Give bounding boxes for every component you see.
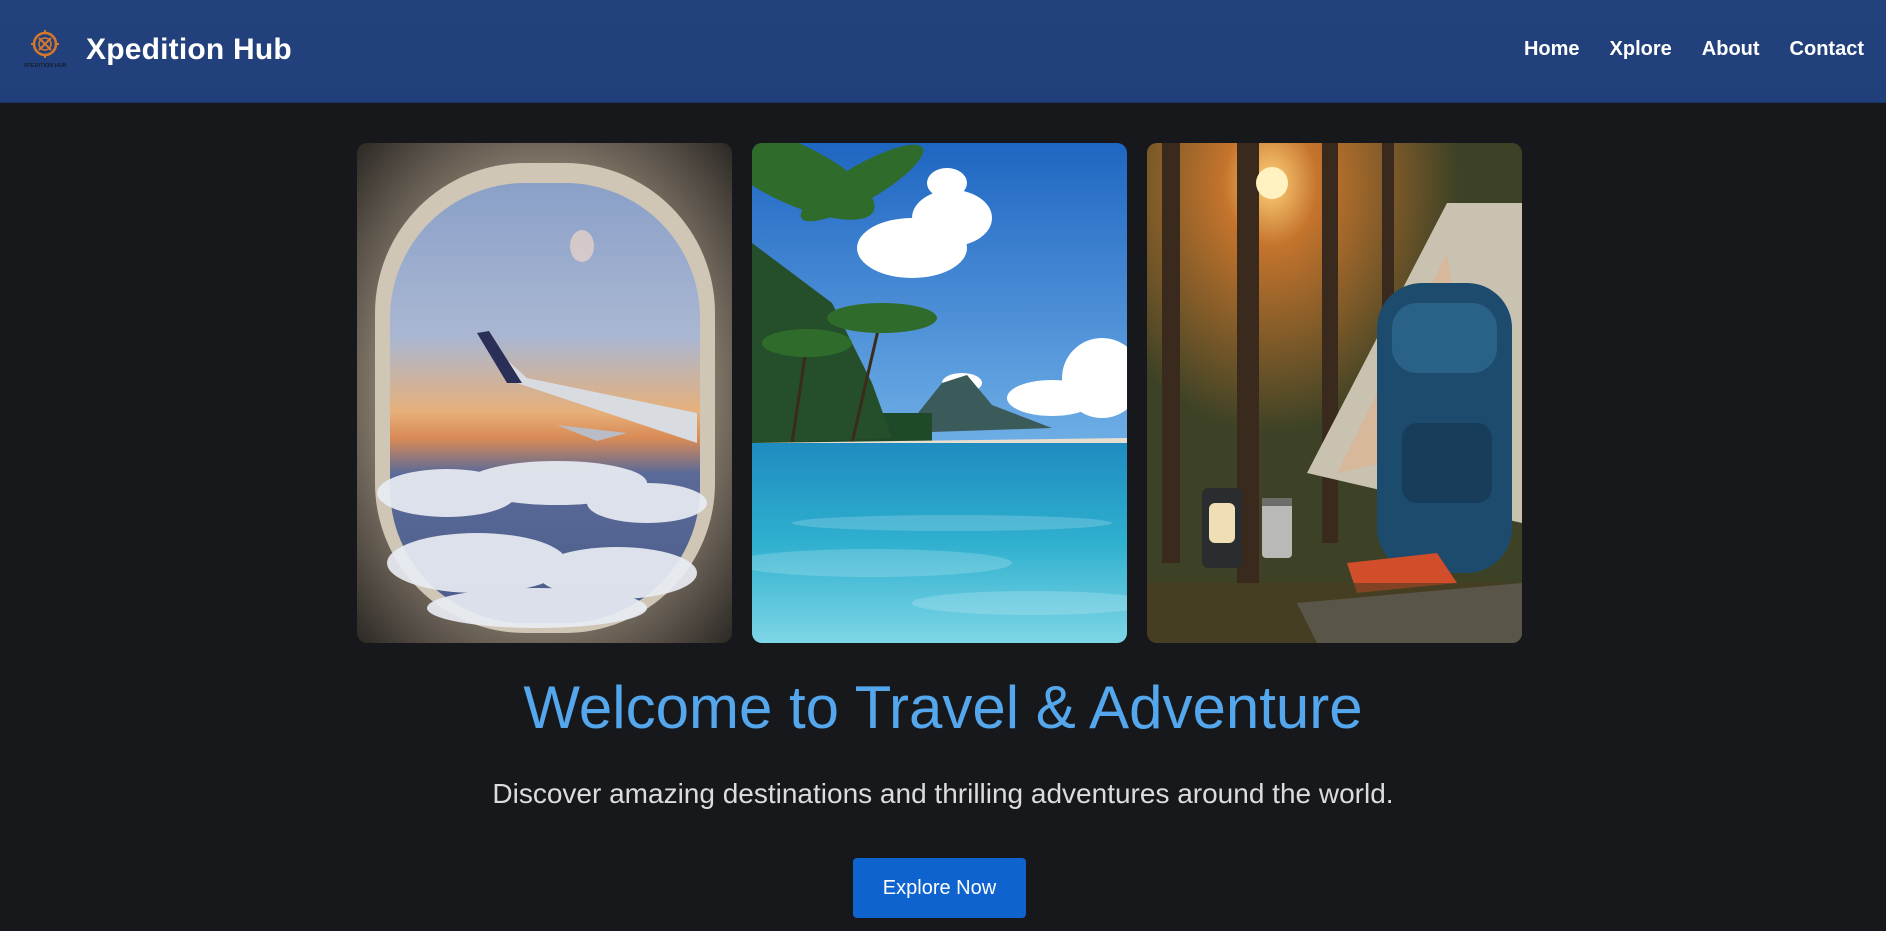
brand-title[interactable]: Xpedition Hub [86, 33, 292, 67]
top-navbar: XPEDITION HUB Xpedition Hub Home Xplore … [0, 0, 1886, 103]
main-nav: Home Xplore About Contact [1524, 38, 1864, 61]
hero-subtitle: Discover amazing destinations and thrill… [492, 778, 1394, 809]
nav-link-home[interactable]: Home [1524, 38, 1580, 61]
nav-link-about[interactable]: About [1702, 38, 1760, 61]
nav-link-xplore[interactable]: Xplore [1610, 38, 1672, 61]
hero-title: Welcome to Travel & Adventure [523, 674, 1363, 741]
logo-wordmark: XPEDITION HUB [24, 63, 67, 69]
explore-now-button[interactable]: Explore Now [853, 858, 1026, 918]
tropical-beach-photo [752, 143, 1127, 643]
image-gallery [357, 143, 1522, 643]
nav-link-contact[interactable]: Contact [1790, 38, 1864, 61]
compass-logo-icon[interactable]: XPEDITION HUB [22, 26, 68, 76]
forest-camping-photo [1147, 143, 1522, 643]
airplane-window-photo [357, 143, 732, 643]
